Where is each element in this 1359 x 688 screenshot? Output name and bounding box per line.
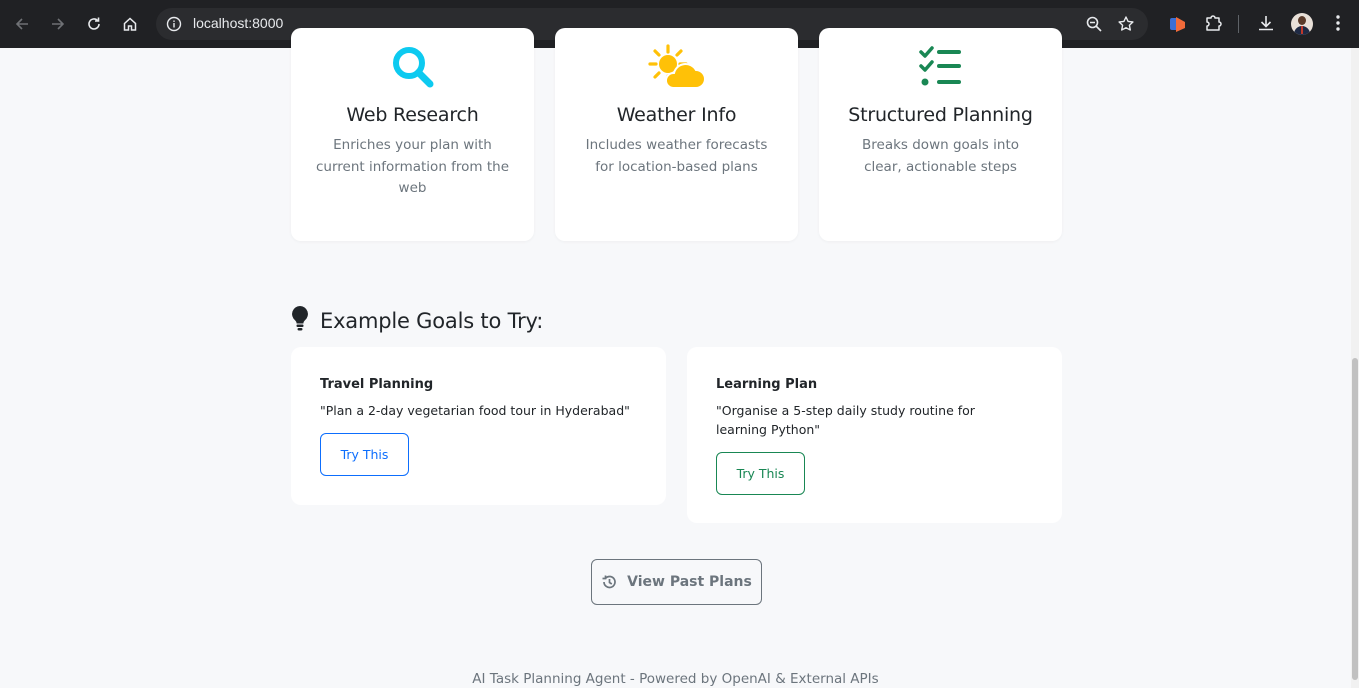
feature-card-weather-info: Weather Info Includes weather forecasts … xyxy=(555,28,798,241)
feature-card-structured-planning: Structured Planning Breaks down goals in… xyxy=(819,28,1062,241)
site-info-icon[interactable] xyxy=(166,16,182,32)
feature-card-web-research: Web Research Enriches your plan with cur… xyxy=(291,28,534,241)
url-text: localhost:8000 xyxy=(193,15,284,31)
feature-title: Web Research xyxy=(346,104,479,126)
example-goal: "Organise a 5-step daily study routine f… xyxy=(716,403,975,437)
try-this-button[interactable]: Try This xyxy=(320,433,409,476)
try-this-button[interactable]: Try This xyxy=(716,452,805,495)
zoom-icon[interactable] xyxy=(1085,15,1103,33)
example-title: Learning Plan xyxy=(716,377,818,392)
section-heading: Example Goals to Try: xyxy=(290,305,543,336)
lightbulb-icon xyxy=(290,305,310,336)
reload-icon xyxy=(88,17,100,30)
scrollbar-thumb[interactable] xyxy=(1352,358,1358,680)
bookmark-star-icon[interactable] xyxy=(1117,15,1135,33)
home-button[interactable] xyxy=(118,12,142,36)
feature-title: Structured Planning xyxy=(848,104,1033,126)
toolbar-divider xyxy=(1238,15,1239,33)
forward-arrow-icon xyxy=(52,18,65,30)
example-goal: "Plan a 2-day vegetarian food tour in Hy… xyxy=(320,403,630,418)
checklist-icon xyxy=(819,44,1062,88)
view-past-plans-button[interactable]: View Past Plans xyxy=(591,559,762,605)
profile-avatar[interactable] xyxy=(1291,13,1313,35)
forward-button[interactable] xyxy=(46,12,70,36)
extensions-puzzle-icon[interactable] xyxy=(1203,13,1223,33)
view-past-plans-label: View Past Plans xyxy=(627,574,752,590)
reload-button[interactable] xyxy=(82,12,106,36)
example-title: Travel Planning xyxy=(320,377,434,392)
magnifying-glass-icon xyxy=(291,44,534,90)
back-button[interactable] xyxy=(10,12,34,36)
feature-description: Breaks down goals into clear, actionable… xyxy=(862,137,1019,175)
history-icon xyxy=(602,575,616,589)
feature-title: Weather Info xyxy=(616,104,737,126)
section-title: Example Goals to Try: xyxy=(320,308,544,333)
extension-icon[interactable] xyxy=(1167,13,1187,35)
download-icon[interactable] xyxy=(1256,13,1276,33)
footer-text: AI Task Planning Agent - Powered by Open… xyxy=(472,671,879,687)
back-arrow-icon xyxy=(15,18,28,30)
menu-kebab-icon[interactable] xyxy=(1330,13,1346,33)
example-card-travel: Travel Planning "Plan a 2-day vegetarian… xyxy=(291,347,666,505)
feature-description: Includes weather forecasts for location-… xyxy=(585,137,768,175)
example-card-learning: Learning Plan "Organise a 5-step daily s… xyxy=(687,347,1062,523)
sun-cloud-icon xyxy=(555,44,798,90)
home-icon xyxy=(123,17,137,31)
feature-description: Enriches your plan with current informat… xyxy=(315,137,510,196)
